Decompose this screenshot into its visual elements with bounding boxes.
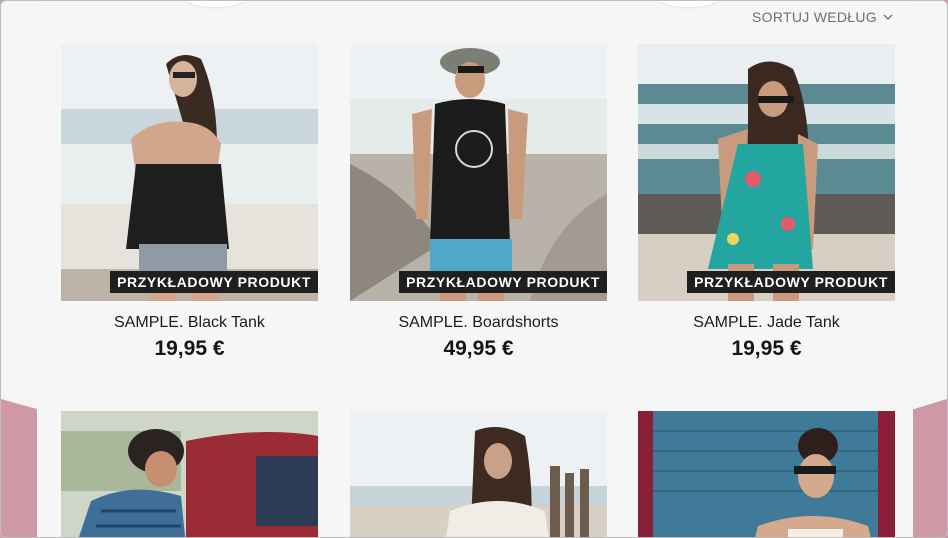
product-price: 19,95 € bbox=[154, 337, 225, 360]
product-title[interactable]: SAMPLE. Black Tank bbox=[61, 314, 318, 332]
product-grid: SORTUJ WEDŁUG PRZYKŁADOWY PRODUKT SAMPLE… bbox=[37, 1, 913, 537]
product-image[interactable]: PRZYKŁADOWY PRODUKT bbox=[61, 44, 318, 301]
product-title[interactable]: SAMPLE. Jade Tank bbox=[638, 314, 895, 332]
sort-label: SORTUJ WEDŁUG bbox=[752, 9, 877, 25]
product-card[interactable] bbox=[638, 411, 895, 537]
product-image[interactable] bbox=[350, 411, 607, 537]
top-decoration bbox=[659, 1, 719, 7]
product-image[interactable] bbox=[638, 411, 895, 537]
product-card[interactable] bbox=[350, 411, 607, 537]
product-card[interactable]: PRZYKŁADOWY PRODUKT SAMPLE. Black Tank 1… bbox=[61, 44, 318, 361]
sample-product-badge: PRZYKŁADOWY PRODUKT bbox=[110, 271, 318, 293]
top-decoration bbox=[185, 1, 245, 7]
chevron-down-icon bbox=[883, 14, 893, 20]
product-price: 19,95 € bbox=[731, 337, 802, 360]
product-title[interactable]: SAMPLE. Boardshorts bbox=[350, 314, 607, 332]
product-card[interactable]: PRZYKŁADOWY PRODUKT SAMPLE. Boardshorts … bbox=[350, 44, 607, 361]
product-image[interactable]: PRZYKŁADOWY PRODUKT bbox=[638, 44, 895, 301]
product-card[interactable]: PRZYKŁADOWY PRODUKT SAMPLE. Jade Tank 19… bbox=[638, 44, 895, 361]
product-card[interactable] bbox=[61, 411, 318, 537]
product-image[interactable]: PRZYKŁADOWY PRODUKT bbox=[350, 44, 607, 301]
sample-product-badge: PRZYKŁADOWY PRODUKT bbox=[399, 271, 607, 293]
browser-frame: SORTUJ WEDŁUG PRZYKŁADOWY PRODUKT SAMPLE… bbox=[0, 0, 948, 538]
product-price: 49,95 € bbox=[443, 337, 514, 360]
sample-product-badge: PRZYKŁADOWY PRODUKT bbox=[687, 271, 895, 293]
product-image[interactable] bbox=[61, 411, 318, 537]
sort-dropdown[interactable]: SORTUJ WEDŁUG bbox=[752, 9, 893, 25]
